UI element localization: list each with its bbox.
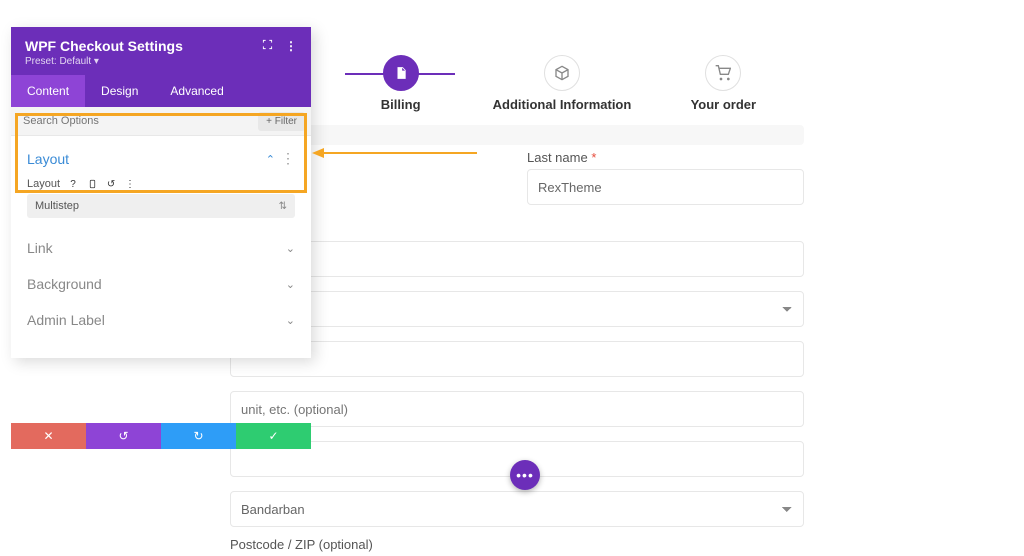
tab-design[interactable]: Design	[85, 75, 154, 107]
section-link[interactable]: Link ⌄	[11, 230, 311, 266]
chevron-down-icon: ⌄	[286, 242, 295, 255]
step-billing[interactable]: Billing	[320, 55, 481, 112]
preset-label[interactable]: Preset: Default ▾	[25, 56, 297, 67]
search-input[interactable]	[11, 107, 258, 135]
step-order[interactable]: Your order	[643, 55, 804, 112]
checkout-card	[230, 125, 804, 145]
section-background[interactable]: Background ⌄	[11, 266, 311, 302]
district-select[interactable]: Bandarban	[230, 491, 804, 527]
kebab-icon[interactable]: ⋮	[281, 150, 295, 166]
fab-more[interactable]: •••	[510, 460, 540, 490]
save-button[interactable]: ✓	[236, 423, 311, 449]
chevron-down-icon: ⌄	[286, 314, 295, 327]
last-name-input[interactable]	[527, 169, 804, 205]
layout-select[interactable]: Multistep ⇅	[27, 194, 295, 218]
undo-button[interactable]: ↺	[86, 423, 161, 449]
document-icon	[383, 55, 419, 91]
section-layout-header[interactable]: Layout ⌃⋮	[11, 140, 311, 178]
company-input[interactable]	[230, 241, 804, 277]
filter-button[interactable]: + Filter	[258, 112, 305, 131]
kebab-icon[interactable]: ⋮	[285, 39, 297, 53]
step-billing-label: Billing	[320, 97, 481, 112]
layout-field-label: Layout	[27, 178, 60, 190]
tab-content[interactable]: Content	[11, 75, 85, 107]
kebab-icon[interactable]: ⋮	[124, 178, 136, 190]
mobile-icon[interactable]	[86, 178, 98, 190]
chevron-up-icon: ⌃	[266, 154, 275, 166]
updown-icon: ⇅	[279, 201, 287, 212]
apartment-input[interactable]	[230, 391, 804, 427]
step-additional-label: Additional Information	[481, 97, 642, 112]
section-admin-label[interactable]: Admin Label ⌄	[11, 302, 311, 338]
close-button[interactable]: ✕	[11, 423, 86, 449]
country-select[interactable]	[230, 291, 804, 327]
reset-icon[interactable]: ↺	[105, 178, 117, 190]
step-additional[interactable]: Additional Information	[481, 55, 642, 112]
settings-panel: WPF Checkout Settings ⋮ Preset: Default …	[11, 27, 311, 358]
redo-button[interactable]: ↻	[161, 423, 236, 449]
section-layout-body: Layout ? ↺ ⋮ Multistep ⇅	[11, 178, 311, 230]
help-icon[interactable]: ?	[67, 178, 79, 190]
street-address-input[interactable]	[230, 341, 804, 377]
box-icon	[544, 55, 580, 91]
last-name-label: Last name *	[527, 150, 804, 165]
tab-advanced[interactable]: Advanced	[154, 75, 239, 107]
panel-footer: ✕ ↺ ↻ ✓	[11, 423, 311, 449]
chevron-down-icon: ⌄	[286, 278, 295, 291]
panel-tabs: Content Design Advanced	[11, 75, 311, 107]
expand-icon[interactable]	[262, 39, 273, 53]
panel-title: WPF Checkout Settings	[25, 38, 183, 54]
step-order-label: Your order	[643, 97, 804, 112]
dots-icon: •••	[516, 467, 534, 483]
cart-icon	[705, 55, 741, 91]
postcode-label: Postcode / ZIP (optional)	[230, 537, 804, 552]
